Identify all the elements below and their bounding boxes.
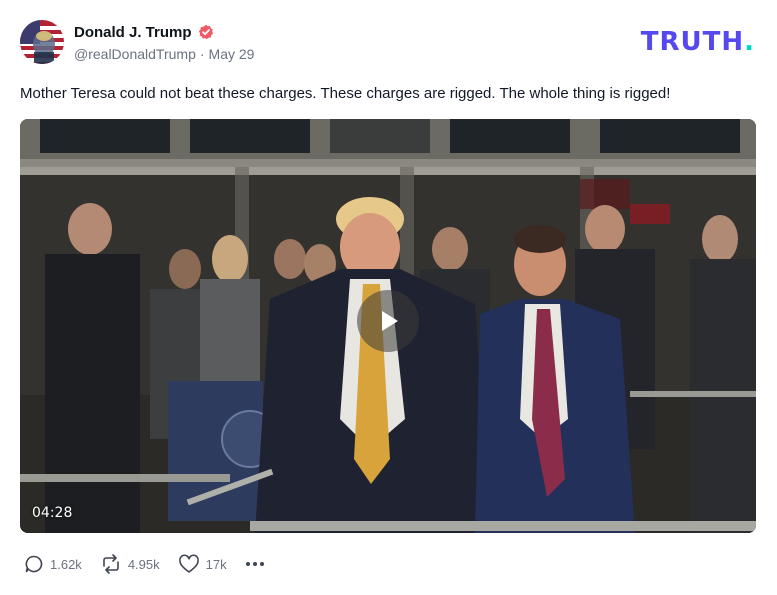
meta-separator: · — [199, 46, 205, 62]
play-icon — [382, 311, 398, 331]
heart-icon — [178, 554, 199, 573]
like-count: 17k — [205, 556, 227, 572]
retruth-count: 4.95k — [127, 556, 160, 572]
meta-row: @realDonaldTrump · May 29 — [74, 46, 254, 62]
author-block: Donald J. Trump @realDonaldTrump · May 2… — [74, 22, 254, 63]
logo-dot: . — [744, 27, 755, 57]
action-bar: 1.62k 4.95k 17k — [24, 554, 265, 574]
truth-logo[interactable]: TRUTH. — [641, 28, 755, 56]
name-row: Donald J. Trump — [74, 22, 254, 42]
video-player[interactable]: 04:28 — [20, 119, 756, 533]
retruth-icon — [103, 554, 119, 574]
truth-post: Donald J. Trump @realDonaldTrump · May 2… — [0, 0, 777, 595]
retruth-button[interactable]: 4.95k — [100, 554, 160, 574]
handle[interactable]: @realDonaldTrump — [74, 46, 196, 62]
video-duration: 04:28 — [32, 505, 73, 521]
ellipsis-icon — [245, 562, 264, 566]
logo-text: TRUTH — [640, 27, 745, 57]
verified-badge-icon — [198, 24, 214, 40]
reply-icon — [25, 555, 43, 573]
display-name[interactable]: Donald J. Trump — [74, 24, 192, 41]
post-date[interactable]: May 29 — [209, 46, 255, 62]
reply-button[interactable]: 1.62k — [24, 554, 82, 574]
reply-count: 1.62k — [50, 556, 82, 572]
like-button[interactable]: 17k — [178, 554, 227, 574]
play-button[interactable] — [357, 290, 419, 352]
avatar-image — [20, 20, 64, 64]
more-options-button[interactable] — [245, 554, 265, 574]
post-text: Mother Teresa could not beat these charg… — [20, 85, 671, 102]
avatar[interactable] — [20, 20, 64, 64]
